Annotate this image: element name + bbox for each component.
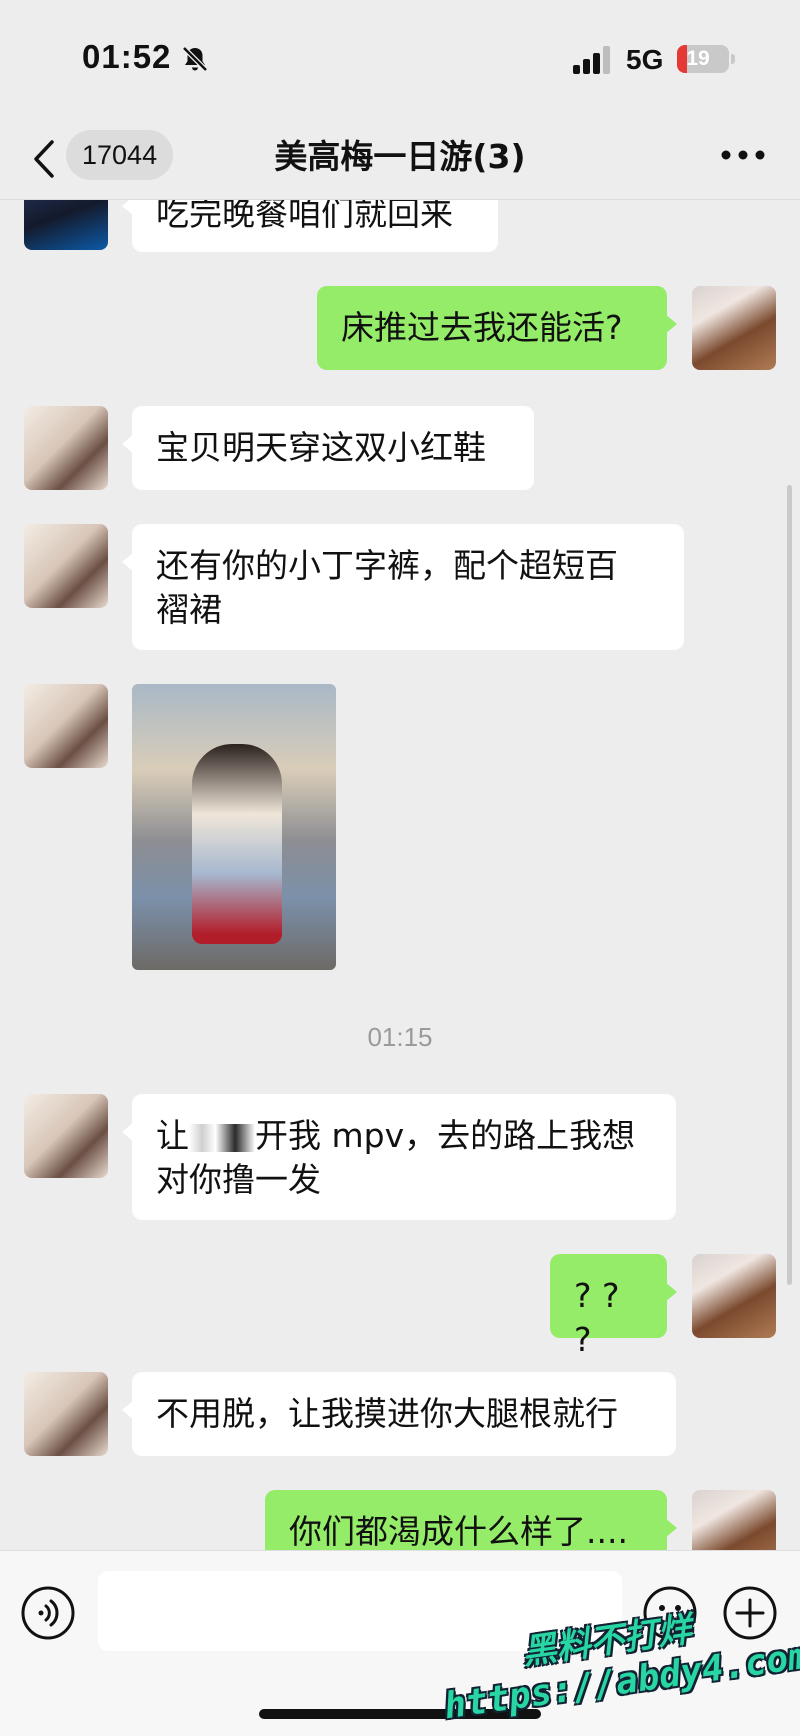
avatar[interactable] xyxy=(24,1372,108,1456)
chat-title: 美高梅一日游(3) xyxy=(274,137,526,176)
redaction-mark xyxy=(189,1123,255,1152)
more-horizontal-icon[interactable] xyxy=(720,148,766,162)
message-text: 你们都渴成什么样了.... xyxy=(289,1512,628,1550)
message-bubble[interactable]: 吃完晚餐咱们就回来 xyxy=(122,200,498,252)
message-text-line: 还有你的小丁字裤，配个超短百 xyxy=(156,546,618,585)
message-bubble[interactable]: ? ? ? xyxy=(550,1254,677,1359)
scrollbar[interactable] xyxy=(787,485,792,1285)
avatar[interactable] xyxy=(24,200,108,250)
message-text: ? ? ? xyxy=(574,1276,620,1359)
cellular-signal-icon xyxy=(573,46,610,74)
avatar[interactable] xyxy=(692,1490,776,1550)
message-text: 不用脱，让我摸进你大腿根就行 xyxy=(156,1394,618,1433)
message-bubble[interactable]: 不用脱，让我摸进你大腿根就行 xyxy=(122,1372,676,1456)
avatar[interactable] xyxy=(24,524,108,608)
message-text: 宝贝明天穿这双小红鞋 xyxy=(156,428,486,467)
voice-icon[interactable] xyxy=(20,1585,76,1641)
message-bubble[interactable]: 床推过去我还能活? xyxy=(317,286,677,370)
message-bubble[interactable]: 宝贝明天穿这双小红鞋 xyxy=(122,406,534,490)
battery-indicator: 19 xyxy=(677,45,729,73)
message-bubble[interactable]: 你们都渴成什么样了.... xyxy=(265,1490,677,1550)
message-text: 床推过去我还能活? xyxy=(341,308,623,347)
avatar[interactable] xyxy=(24,406,108,490)
message-bubble[interactable]: 让 开我 mpv，去的路上我想 对你撸一发 xyxy=(122,1094,676,1220)
message-text-line: 褶裙 xyxy=(156,590,222,629)
bell-slash-icon xyxy=(182,46,208,72)
avatar[interactable] xyxy=(692,1254,776,1338)
photo-subject xyxy=(192,744,282,944)
image-message[interactable] xyxy=(132,684,336,970)
message-text: 让 xyxy=(156,1116,189,1155)
avatar[interactable] xyxy=(24,1094,108,1178)
avatar[interactable] xyxy=(692,286,776,370)
message-bubble[interactable]: 还有你的小丁字裤，配个超短百 褶裙 xyxy=(122,524,684,650)
avatar[interactable] xyxy=(24,684,108,768)
message-text: 开我 mpv，去的路上我想 xyxy=(255,1116,636,1155)
status-bar: 01:52 5G 19 xyxy=(0,0,800,118)
message-list[interactable]: 吃完晚餐咱们就回来 床推过去我还能活? 宝贝明天穿这双小红鞋 还有你的小丁字裤，… xyxy=(0,200,800,1550)
message-timestamp: 01:15 xyxy=(367,1022,433,1052)
battery-cap xyxy=(731,54,735,64)
battery-level: 19 xyxy=(686,47,710,70)
message-text: 吃完晚餐咱们就回来 xyxy=(156,200,453,233)
network-type: 5G xyxy=(626,44,664,75)
status-time: 01:52 xyxy=(82,38,172,75)
message-text-line: 对你撸一发 xyxy=(156,1160,321,1199)
chat-header: 17044 美高梅一日游(3) xyxy=(0,118,800,200)
